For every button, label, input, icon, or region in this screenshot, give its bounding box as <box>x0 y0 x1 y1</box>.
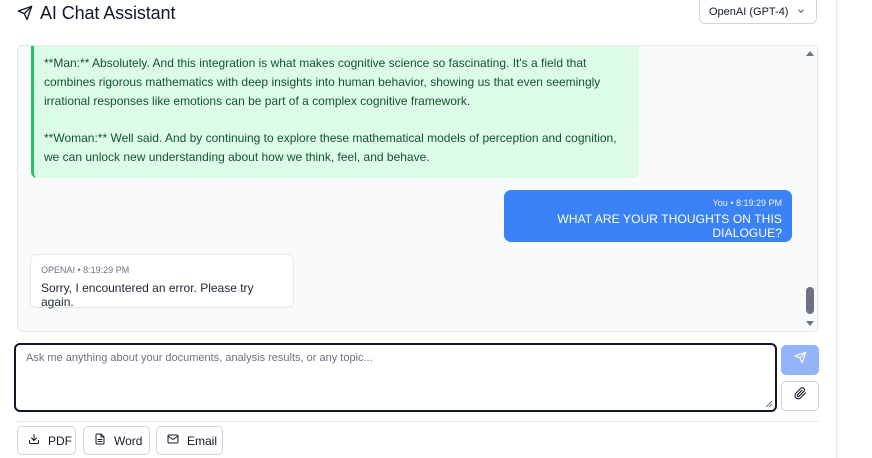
export-word-button[interactable]: Word <box>83 426 150 455</box>
send-plane-icon <box>17 5 33 21</box>
scroll-thumb[interactable] <box>806 287 814 314</box>
right-divider <box>836 0 837 458</box>
chevron-down-icon <box>796 6 806 19</box>
scroll-up-arrow[interactable] <box>806 51 814 56</box>
export-pdf-button[interactable]: PDF <box>17 426 76 455</box>
chat-messages[interactable]: **Man:** Absolutely. And this integratio… <box>17 45 818 332</box>
message-paragraph: **Man:** Absolutely. And this integratio… <box>44 56 601 108</box>
model-select[interactable]: OpenAI (GPT-4) <box>699 0 817 24</box>
message-meta: OPENAI • 8:19:29 PM <box>41 265 130 275</box>
chat-scrollbar[interactable] <box>803 46 817 331</box>
export-email-label: Email <box>187 433 218 448</box>
model-select-value: OpenAI (GPT-4) <box>709 6 789 18</box>
message-text: WHAT ARE YOUR THOUGHTS ON THIS DIALOGUE? <box>557 212 782 240</box>
document-icon <box>94 433 106 448</box>
export-email-button[interactable]: Email <box>156 426 223 455</box>
export-word-label: Word <box>114 433 143 448</box>
message-paragraph: **Woman:** Well said. And by continuing … <box>44 131 617 164</box>
message-input[interactable] <box>16 345 775 410</box>
page-title-text: AI Chat Assistant <box>40 2 176 23</box>
message-text: Sorry, I encountered an error. Please tr… <box>41 281 254 309</box>
download-icon <box>28 433 40 448</box>
resize-handle-icon[interactable] <box>765 400 773 408</box>
send-button[interactable] <box>781 345 819 375</box>
export-pdf-label: PDF <box>48 433 72 448</box>
paperclip-icon <box>793 387 807 405</box>
user-message: You • 8:19:29 PM WHAT ARE YOUR THOUGHTS … <box>504 190 792 242</box>
footer-divider <box>17 421 818 422</box>
attach-button[interactable] <box>781 381 819 411</box>
assistant-error-message: OPENAI • 8:19:29 PM Sorry, I encountered… <box>30 254 294 309</box>
send-plane-icon <box>794 351 807 369</box>
scroll-down-arrow[interactable] <box>806 321 814 326</box>
mail-icon <box>167 433 179 448</box>
assistant-message: **Man:** Absolutely. And this integratio… <box>31 46 639 178</box>
page-title: AI Chat Assistant <box>17 2 175 24</box>
message-meta: You • 8:19:29 PM <box>712 198 782 208</box>
message-input-wrapper <box>14 343 777 412</box>
